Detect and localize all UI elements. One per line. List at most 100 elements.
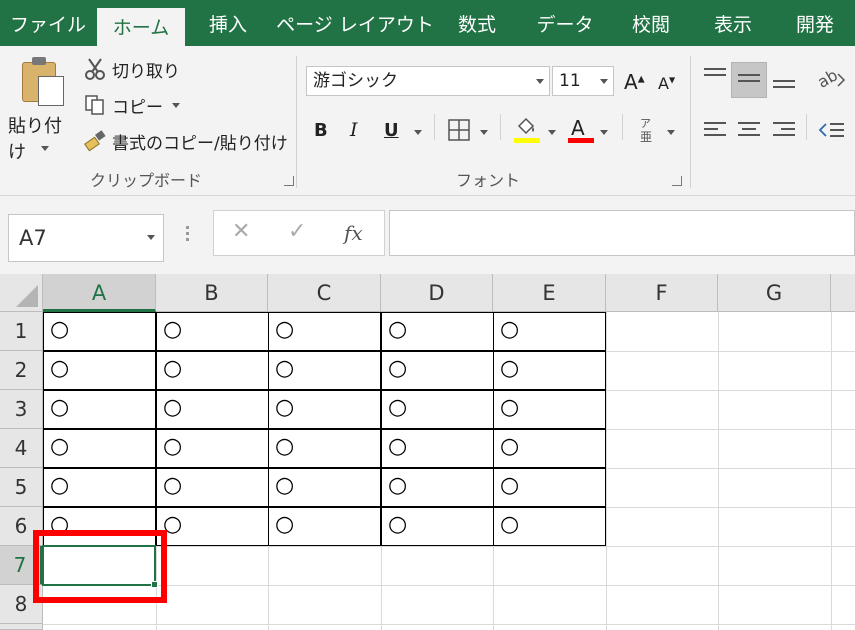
row-header-4[interactable]: 4 (0, 429, 43, 468)
tab-developer[interactable]: 開発 (782, 0, 848, 46)
tab-insert[interactable]: 挿入 (190, 0, 266, 46)
cell-d5[interactable]: ○ (381, 468, 494, 507)
cell-b3[interactable]: ○ (156, 390, 269, 429)
cell-value: ○ (500, 473, 520, 498)
formula-bar-grip-icon[interactable] (186, 226, 190, 242)
cell-e1[interactable]: ○ (493, 312, 606, 351)
cell-value: ○ (388, 356, 408, 381)
cell-value: ○ (275, 395, 295, 420)
tab-page-layout[interactable]: ページ レイアウト (276, 0, 434, 46)
align-left-icon[interactable] (704, 122, 726, 140)
cell-value: ○ (500, 356, 520, 381)
cell-e2[interactable]: ○ (493, 351, 606, 390)
cell-b5[interactable]: ○ (156, 468, 269, 507)
cell-a3[interactable]: ○ (43, 390, 156, 429)
cell-b1[interactable]: ○ (156, 312, 269, 351)
cell-e5[interactable]: ○ (493, 468, 606, 507)
row-header-partial[interactable] (0, 624, 43, 630)
column-header-c[interactable]: C (268, 274, 381, 312)
cancel-icon[interactable]: ✕ (232, 219, 250, 244)
fill-color-button[interactable] (512, 116, 542, 146)
red-highlight-box (33, 530, 167, 603)
column-header-a[interactable]: A (43, 274, 156, 312)
cell-d6[interactable]: ○ (381, 507, 494, 546)
borders-dropdown-icon[interactable] (480, 130, 488, 135)
cell-d2[interactable]: ○ (381, 351, 494, 390)
gridline (831, 312, 832, 630)
underline-dropdown-icon[interactable] (414, 130, 422, 135)
font-size-select[interactable]: 11 (552, 66, 614, 96)
row-header-1[interactable]: 1 (0, 312, 43, 351)
column-header-f[interactable]: F (606, 274, 718, 312)
tab-formulas[interactable]: 数式 (444, 0, 510, 46)
decrease-indent-icon[interactable] (818, 120, 844, 140)
underline-button[interactable]: U (384, 120, 399, 141)
cell-d4[interactable]: ○ (381, 429, 494, 468)
font-color-button[interactable]: A (566, 116, 596, 146)
select-all-button[interactable] (0, 274, 43, 312)
align-center-icon[interactable] (738, 122, 760, 140)
clipboard-launcher-icon[interactable] (284, 176, 294, 186)
cell-a2[interactable]: ○ (43, 351, 156, 390)
cell-a5[interactable]: ○ (43, 468, 156, 507)
cell-e6[interactable]: ○ (493, 507, 606, 546)
name-box[interactable]: A7 (8, 214, 164, 262)
italic-button[interactable]: I (350, 119, 358, 141)
fill-color-dropdown-icon[interactable] (548, 130, 556, 135)
align-right-icon[interactable] (773, 122, 795, 140)
tab-view[interactable]: 表示 (700, 0, 766, 46)
row-header-5[interactable]: 5 (0, 468, 43, 507)
formula-input[interactable] (389, 210, 855, 256)
bold-button[interactable]: B (314, 120, 328, 141)
tab-home[interactable]: ホーム (97, 8, 185, 46)
group-separator (296, 56, 297, 188)
align-top-icon[interactable] (704, 68, 726, 86)
cell-e3[interactable]: ○ (493, 390, 606, 429)
cell-value: ○ (275, 317, 295, 342)
fill-color-swatch (514, 138, 540, 143)
cell-a1[interactable]: ○ (43, 312, 156, 351)
row-header-3[interactable]: 3 (0, 390, 43, 429)
format-painter-label: 書式のコピー/貼り付け (112, 134, 288, 154)
font-launcher-icon[interactable] (672, 176, 682, 186)
row-header-2[interactable]: 2 (0, 351, 43, 390)
cell-c5[interactable]: ○ (268, 468, 381, 507)
column-header-partial[interactable] (831, 274, 855, 312)
copy-button[interactable]: コピー (84, 92, 184, 120)
column-header-d[interactable]: D (381, 274, 493, 312)
cell-value: ○ (500, 395, 520, 420)
cell-e4[interactable]: ○ (493, 429, 606, 468)
insert-function-icon[interactable]: fx (344, 221, 363, 245)
column-header-g[interactable]: G (718, 274, 831, 312)
cell-c6[interactable]: ○ (268, 507, 381, 546)
phonetic-guide-icon[interactable]: ア 亜 (636, 116, 656, 144)
cell-c1[interactable]: ○ (268, 312, 381, 351)
format-painter-button[interactable]: 書式のコピー/貼り付け (84, 128, 288, 156)
enter-icon[interactable]: ✓ (288, 219, 306, 244)
font-name-select[interactable]: 游ゴシック (306, 66, 550, 96)
cell-b2[interactable]: ○ (156, 351, 269, 390)
font-color-dropdown-icon[interactable] (600, 130, 608, 135)
align-bottom-icon[interactable] (773, 80, 795, 92)
tab-data[interactable]: データ (522, 0, 608, 46)
paste-button[interactable]: 貼り付け (4, 54, 78, 163)
cell-b6[interactable]: ○ (156, 507, 269, 546)
cell-d1[interactable]: ○ (381, 312, 494, 351)
column-header-e[interactable]: E (493, 274, 606, 312)
tab-file[interactable]: ファイル (0, 0, 96, 46)
cell-d3[interactable]: ○ (381, 390, 494, 429)
cell-c4[interactable]: ○ (268, 429, 381, 468)
cell-c3[interactable]: ○ (268, 390, 381, 429)
paste-dropdown-icon (41, 146, 49, 151)
grow-font-button[interactable]: A▲ (624, 70, 645, 94)
cell-b4[interactable]: ○ (156, 429, 269, 468)
cell-c2[interactable]: ○ (268, 351, 381, 390)
borders-icon[interactable] (447, 118, 471, 142)
tab-review[interactable]: 校閲 (618, 0, 684, 46)
shrink-font-button[interactable]: A▼ (658, 74, 675, 93)
cell-a4[interactable]: ○ (43, 429, 156, 468)
column-header-b[interactable]: B (156, 274, 268, 312)
phonetic-dropdown-icon[interactable] (667, 130, 675, 135)
orientation-icon[interactable]: ab (818, 68, 846, 90)
cut-button[interactable]: 切り取り (84, 56, 184, 84)
